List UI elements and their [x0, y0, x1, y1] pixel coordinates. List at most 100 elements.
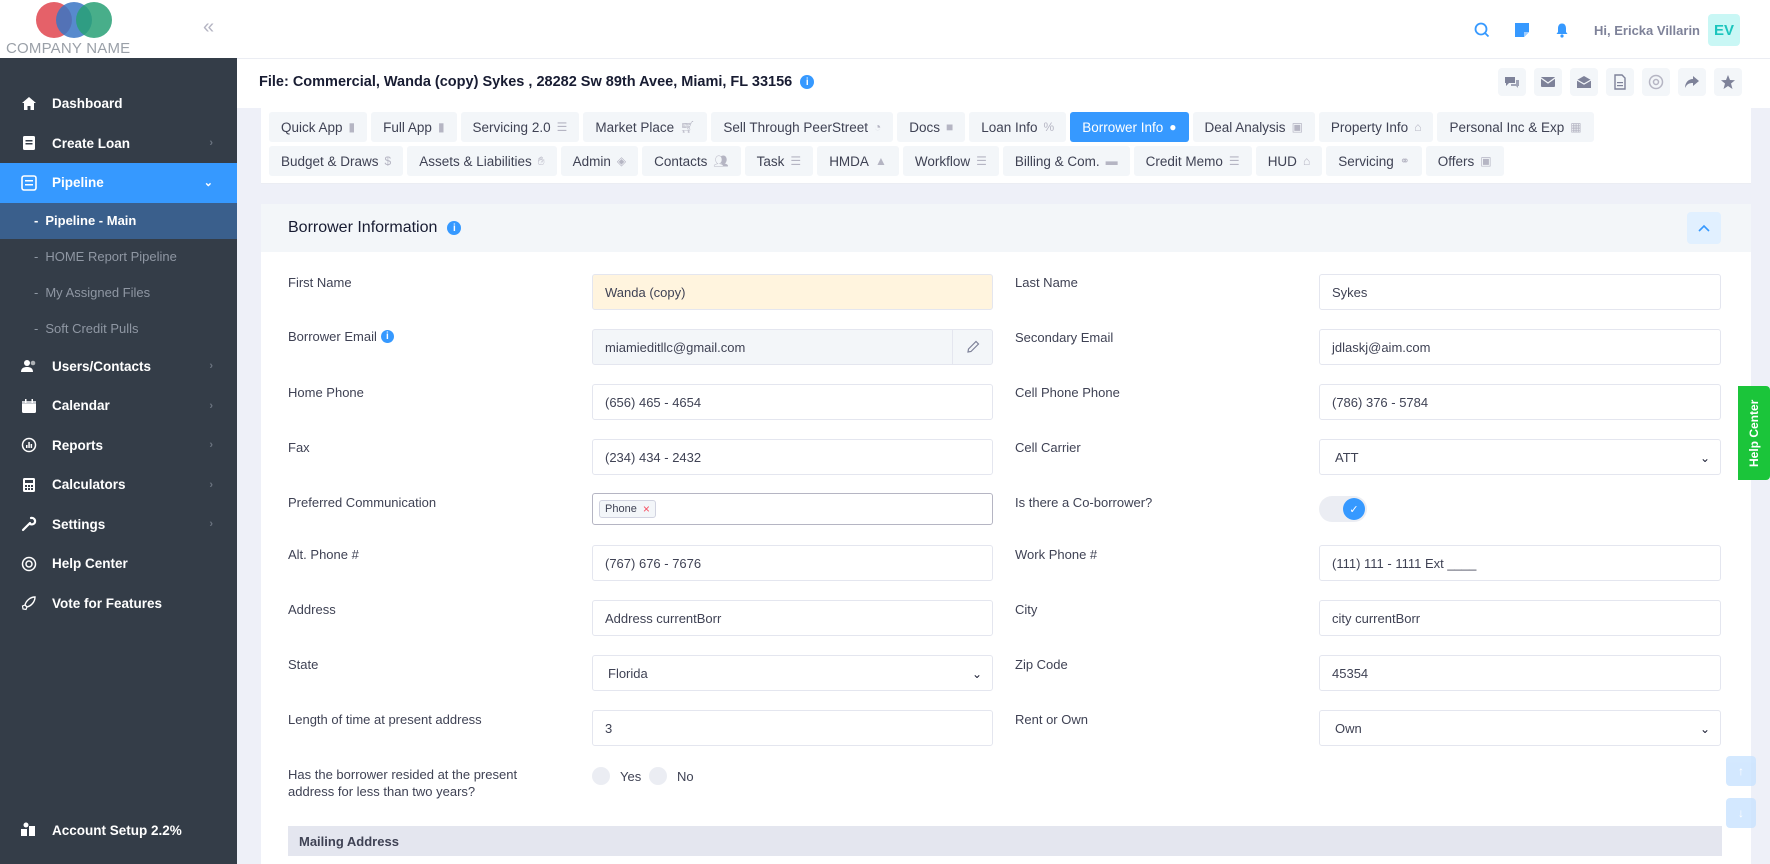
sidebar-item-help-center[interactable]: Help Center — [0, 544, 237, 584]
remove-tag-icon[interactable]: × — [643, 502, 650, 516]
cell-carrier-select[interactable]: ATT ⌄ — [1319, 439, 1721, 475]
avatar[interactable]: EV — [1708, 14, 1740, 46]
tab-budget-draws[interactable]: Budget & Draws $ — [269, 146, 404, 176]
list-icon — [20, 174, 38, 192]
edit-pencil-icon[interactable] — [952, 330, 992, 364]
first-name-field[interactable]: Wanda (copy) — [592, 274, 993, 310]
length-time-value: 3 — [605, 720, 613, 736]
tab-market-place[interactable]: Market Place 🛒︎ — [583, 112, 708, 142]
tab-billing-com[interactable]: Billing & Com. ▬ — [1002, 146, 1130, 176]
tab-servicing[interactable]: Servicing ⚭ — [1326, 146, 1422, 176]
fax-value: (234) 434 - 2432 — [605, 449, 702, 465]
tab-assets-liabilities[interactable]: Assets & Liabilities ✋︎ — [407, 146, 557, 176]
file-icon[interactable] — [1606, 68, 1634, 96]
home-phone-label: Home Phone — [288, 385, 364, 400]
resided-less-yes[interactable]: Yes — [592, 767, 641, 785]
collapse-section-button[interactable] — [1687, 212, 1721, 244]
resided-less-label: Has the borrower resided at the present … — [288, 766, 517, 800]
preferred-communication-field[interactable]: Phone × — [592, 493, 993, 525]
alt-phone-field[interactable]: (767) 676 - 7676 — [592, 545, 993, 581]
sidebar-item-calendar[interactable]: Calendar › — [0, 386, 237, 426]
support-icon[interactable] — [1642, 68, 1670, 96]
sidebar-item-create-loan[interactable]: Create Loan › — [0, 124, 237, 164]
rent-own-select[interactable]: Own ⌄ — [1319, 710, 1721, 746]
company-logo — [36, 2, 116, 40]
sidebar-subitem-assigned-files[interactable]: - My Assigned Files — [0, 275, 237, 311]
tab-label: HMDA — [829, 153, 869, 169]
secondary-email-field[interactable]: jdlaskj@aim.com — [1319, 329, 1721, 365]
users-icon: 👥︎ — [713, 154, 729, 168]
sidebar-subitem-home-report[interactable]: - HOME Report Pipeline — [0, 239, 237, 275]
scroll-down-button[interactable]: ↓ — [1726, 798, 1756, 828]
state-select[interactable]: Florida ⌄ — [592, 655, 993, 691]
user-greeting: Hi, Ericka Villarin — [1594, 22, 1700, 38]
share-icon[interactable] — [1678, 68, 1706, 96]
collapse-sidebar-icon[interactable]: « — [203, 16, 214, 39]
home-phone-field[interactable]: (656) 465 - 4654 — [592, 384, 993, 420]
tag-label: Phone — [605, 503, 637, 515]
sidebar-item-calculators[interactable]: Calculators › — [0, 465, 237, 505]
tab-full-app[interactable]: Full App ▮ — [371, 112, 457, 142]
tasks-icon: ☰ — [976, 154, 987, 168]
tab-quick-app[interactable]: Quick App ▮ — [269, 112, 368, 142]
sidebar-item-dashboard[interactable]: Dashboard — [0, 84, 237, 124]
tab-task[interactable]: Task ☰ — [744, 146, 814, 176]
co-borrower-toggle[interactable]: ✓ — [1319, 496, 1367, 522]
star-icon[interactable] — [1714, 68, 1742, 96]
tabs-row-1: Quick App ▮ Full App ▮ Servicing 2.0 ☰ Mark… — [269, 112, 1598, 142]
tab-personal-inc-exp[interactable]: Personal Inc & Exp ▦ — [1437, 112, 1594, 142]
help-center-tab[interactable]: Help Center — [1738, 386, 1770, 480]
home-phone-value: (656) 465 - 4654 — [605, 394, 702, 410]
first-name-value: Wanda (copy) — [605, 284, 686, 300]
chat-icon[interactable] — [1498, 68, 1526, 96]
sidebar-subitem-label: My Assigned Files — [45, 285, 151, 300]
sidebar-subitem-pipeline-main[interactable]: - Pipeline - Main — [0, 202, 237, 239]
account-setup-link[interactable]: Account Setup 2.2% — [20, 821, 182, 839]
address-field[interactable]: Address currentBorr — [592, 600, 993, 636]
sidebar-item-pipeline[interactable]: Pipeline ⌄ — [0, 163, 237, 203]
tab-sell-through-peerstreet[interactable]: Sell Through PeerStreet ◔ — [711, 112, 894, 142]
tab-property-info[interactable]: Property Info ⌂ — [1318, 112, 1434, 142]
sticky-note-icon[interactable] — [1512, 20, 1532, 40]
cart-icon: 🛒︎ — [680, 120, 696, 134]
info-icon[interactable]: i — [800, 75, 815, 89]
sidebar-item-settings[interactable]: Settings › — [0, 505, 237, 545]
sidebar-subitem-soft-credit[interactable]: - Soft Credit Pulls — [0, 311, 237, 347]
tab-servicing-2[interactable]: Servicing 2.0 ☰ — [460, 112, 580, 142]
info-icon[interactable]: i — [380, 330, 394, 343]
tab-offers[interactable]: Offers ▣ — [1425, 146, 1504, 176]
cell-phone-field[interactable]: (786) 376 - 5784 — [1319, 384, 1721, 420]
chevron-right-icon: › — [209, 360, 213, 373]
city-field[interactable]: city currentBorr — [1319, 600, 1721, 636]
sidebar-item-reports[interactable]: Reports › — [0, 426, 237, 466]
info-icon[interactable]: i — [447, 221, 462, 235]
tab-admin[interactable]: Admin ◈ — [560, 146, 639, 176]
work-phone-field[interactable]: (111) 111 - 1111 Ext ____ — [1319, 545, 1721, 581]
tab-docs[interactable]: Docs ■ — [897, 112, 966, 142]
tab-credit-memo[interactable]: Credit Memo ☰ — [1133, 146, 1252, 176]
tab-contacts[interactable]: Contacts 👥︎ — [642, 146, 741, 176]
borrower-email-field[interactable]: miamieditllc@gmail.com — [592, 329, 993, 365]
tab-workflow[interactable]: Workflow ☰ — [902, 146, 999, 176]
sidebar-item-users-contacts[interactable]: Users/Contacts › — [0, 347, 237, 387]
zip-code-field[interactable]: 45354 — [1319, 655, 1721, 691]
radio-button[interactable] — [592, 767, 610, 785]
tab-loan-info[interactable]: Loan Info% — [969, 112, 1067, 142]
notification-bell-icon[interactable] — [1552, 20, 1572, 40]
email-icon[interactable] — [1534, 68, 1562, 96]
search-icon[interactable] — [1472, 20, 1492, 40]
resided-less-no[interactable]: No — [649, 767, 694, 785]
radio-button[interactable] — [649, 767, 667, 785]
tab-hud[interactable]: HUD ⌂ — [1255, 146, 1323, 176]
scroll-up-button[interactable]: ↑ — [1726, 756, 1756, 786]
last-name-field[interactable]: Sykes — [1319, 274, 1721, 310]
fax-field[interactable]: (234) 434 - 2432 — [592, 439, 993, 475]
tab-deal-analysis[interactable]: Deal Analysis ▣ — [1192, 112, 1315, 142]
chevron-right-icon: › — [209, 137, 213, 150]
envelope-open-icon[interactable] — [1570, 68, 1598, 96]
tab-hmda[interactable]: HMDA ▲ — [817, 146, 899, 176]
tab-borrower-info[interactable]: Borrower Info ● — [1070, 112, 1189, 142]
borrower-email-label: Borrower Email i — [288, 328, 394, 345]
sidebar-item-vote-features[interactable]: Vote for Features — [0, 584, 237, 624]
length-time-field[interactable]: 3 — [592, 710, 993, 746]
